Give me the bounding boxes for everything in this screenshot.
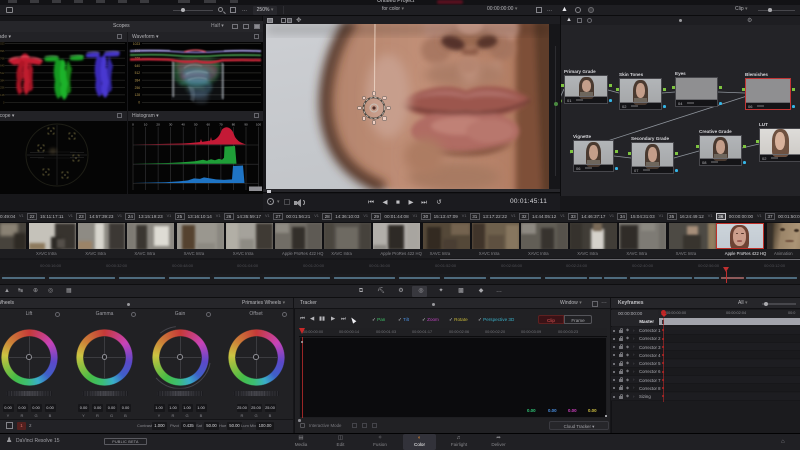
svg-text:40: 40: [182, 123, 186, 127]
svg-text:100: 100: [256, 123, 261, 127]
svg-text:128: 128: [0, 93, 5, 97]
svg-text:30: 30: [169, 123, 173, 127]
svg-text:80: 80: [232, 123, 236, 127]
svg-text:0: 0: [3, 100, 5, 104]
svg-text:10: 10: [144, 123, 148, 127]
svg-text:640: 640: [135, 64, 141, 68]
svg-text:50: 50: [194, 123, 198, 127]
svg-text:768: 768: [0, 56, 5, 60]
svg-text:384: 384: [0, 78, 5, 82]
svg-text:256: 256: [135, 86, 141, 90]
svg-text:60: 60: [207, 123, 211, 127]
svg-text:384: 384: [135, 79, 141, 83]
svg-text:0: 0: [132, 123, 134, 127]
svg-text:90: 90: [244, 123, 248, 127]
svg-text:1023: 1023: [0, 42, 5, 46]
svg-text:256: 256: [0, 86, 5, 90]
svg-text:1023: 1023: [133, 42, 140, 46]
svg-text:70: 70: [219, 123, 223, 127]
svg-text:640: 640: [0, 64, 5, 68]
svg-text:128: 128: [135, 93, 141, 97]
svg-text:512: 512: [135, 71, 141, 75]
svg-text:896: 896: [0, 49, 5, 53]
svg-text:512: 512: [0, 71, 5, 75]
svg-text:0: 0: [138, 101, 140, 105]
svg-text:20: 20: [156, 123, 160, 127]
